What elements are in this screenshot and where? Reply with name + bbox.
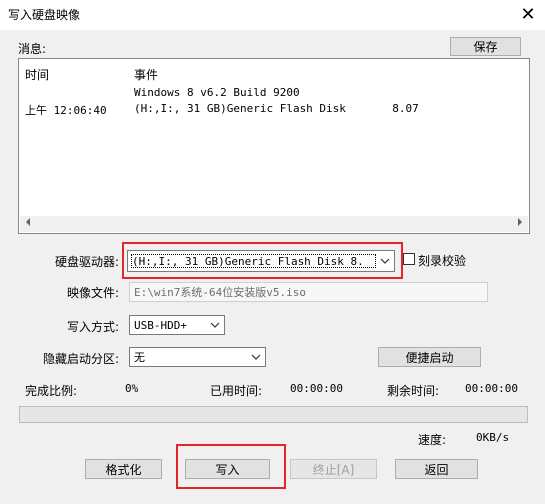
remaining-value: 00:00:00 bbox=[465, 382, 518, 395]
verify-label: 刻录校验 bbox=[418, 254, 467, 268]
chevron-down-icon bbox=[208, 316, 222, 334]
elapsed-label: 已用时间: bbox=[210, 384, 263, 398]
stop-button: 终止[A] bbox=[290, 459, 377, 479]
image-file-field: E:\win7系统-64位安装版v5.iso bbox=[129, 282, 488, 302]
image-file-label: 映像文件: bbox=[67, 286, 120, 300]
chevron-down-icon bbox=[249, 348, 263, 366]
verify-checkbox[interactable] bbox=[403, 253, 415, 265]
column-event: 事件 bbox=[134, 68, 159, 82]
write-mode-label: 写入方式: bbox=[67, 320, 120, 334]
format-button[interactable]: 格式化 bbox=[85, 459, 162, 479]
horizontal-scrollbar[interactable] bbox=[20, 216, 528, 232]
scroll-left-icon[interactable] bbox=[20, 216, 36, 232]
remaining-label: 剩余时间: bbox=[387, 384, 440, 398]
write-mode-value: USB-HDD+ bbox=[134, 318, 187, 332]
save-button[interactable]: 保存 bbox=[450, 37, 521, 56]
drive-label: 硬盘驱动器: bbox=[55, 255, 120, 269]
hidden-partition-label: 隐藏启动分区: bbox=[43, 352, 120, 366]
message-row-0-event: Windows 8 v6.2 Build 9200 bbox=[134, 86, 300, 99]
highlight-write bbox=[176, 444, 286, 489]
completed-label: 完成比例: bbox=[25, 384, 78, 398]
quick-boot-button[interactable]: 便捷启动 bbox=[378, 347, 481, 367]
message-list[interactable]: 时间 事件 Windows 8 v6.2 Build 9200 上午 12:06… bbox=[18, 58, 530, 234]
scroll-right-icon[interactable] bbox=[512, 216, 528, 232]
title-bar bbox=[0, 0, 545, 30]
message-row-1-event: (H:,I:, 31 GB)Generic Flash Disk 8.07 bbox=[134, 102, 419, 115]
close-icon[interactable]: ✕ bbox=[514, 2, 542, 28]
column-time: 时间 bbox=[25, 68, 50, 82]
elapsed-value: 00:00:00 bbox=[290, 382, 343, 395]
completed-value: 0% bbox=[125, 382, 139, 395]
message-row-1-time: 上午 12:06:40 bbox=[25, 104, 107, 117]
hidden-partition-select[interactable]: 无 bbox=[129, 347, 266, 367]
speed-label: 速度: bbox=[418, 433, 447, 447]
back-button[interactable]: 返回 bbox=[395, 459, 478, 479]
messages-label: 消息: bbox=[18, 42, 47, 56]
window-title: 写入硬盘映像 bbox=[8, 8, 81, 22]
hidden-partition-value: 无 bbox=[134, 351, 145, 364]
progress-bar bbox=[19, 406, 528, 423]
write-mode-select[interactable]: USB-HDD+ bbox=[129, 315, 225, 335]
highlight-drive bbox=[122, 242, 403, 279]
speed-value: 0KB/s bbox=[476, 431, 510, 444]
image-file-value: E:\win7系统-64位安装版v5.iso bbox=[134, 286, 306, 299]
